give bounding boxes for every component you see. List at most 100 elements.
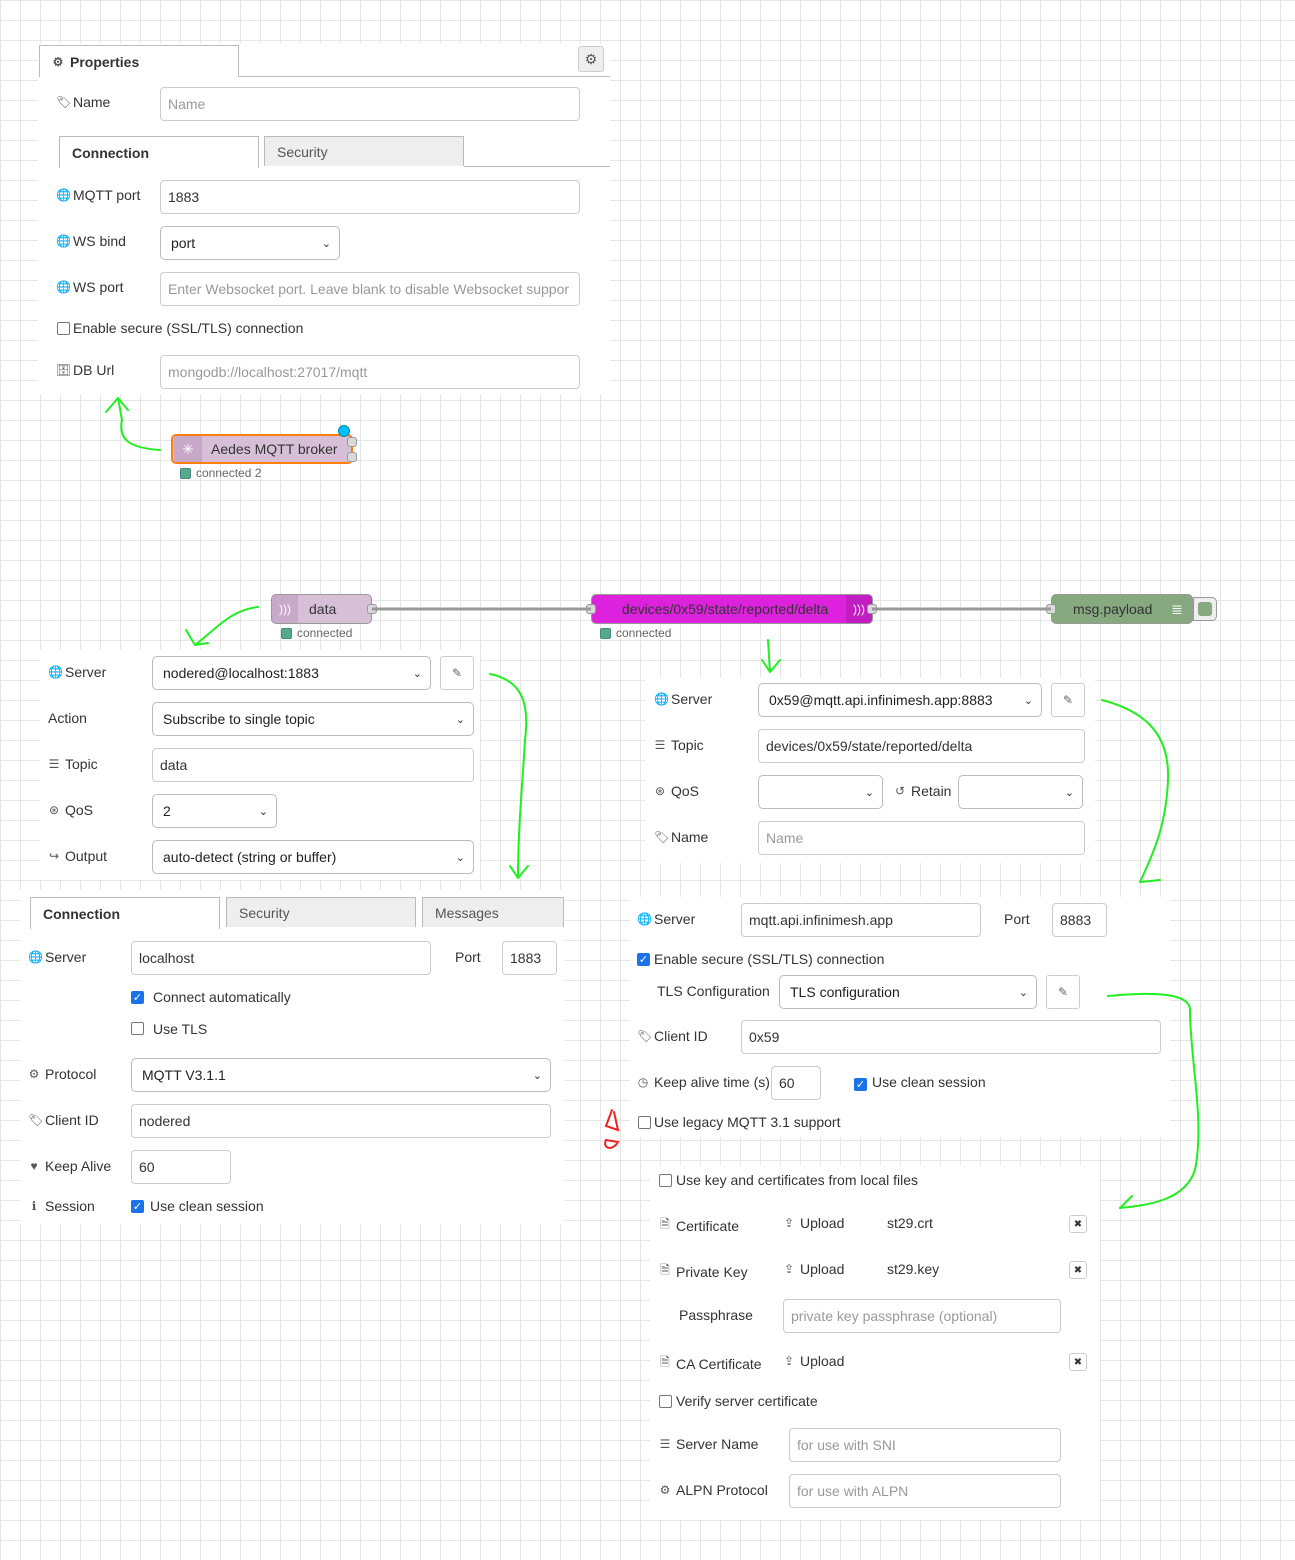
remote-port-input[interactable]: 8883 <box>1052 903 1107 937</box>
input-port[interactable] <box>1046 604 1056 614</box>
upload-icon: ⇪ <box>783 1354 795 1368</box>
tab-connection[interactable]: Connection <box>30 897 220 929</box>
verify-server-checkbox[interactable] <box>659 1395 672 1408</box>
mqtt-out-name-label: 🏷 Name <box>654 829 709 845</box>
clean-session-checkbox[interactable]: ✓ <box>131 1200 144 1213</box>
ssl-checkbox[interactable] <box>57 322 70 335</box>
ws-port-label: 🌐 WS port <box>56 279 124 295</box>
mqtt-in-server-label: 🌐 Server <box>48 664 107 680</box>
ws-port-input[interactable]: Enter Websocket port. Leave blank to dis… <box>160 272 580 306</box>
remote-clean-session-checkbox[interactable]: ✓ <box>854 1078 867 1091</box>
certificate-label: 🗎 Certificate <box>659 1215 739 1236</box>
tab-messages[interactable]: Messages <box>422 897 564 927</box>
annotation-arrow <box>1101 699 1170 883</box>
protocol-select[interactable]: MQTT V3.1.1 ⌄ <box>131 1058 551 1092</box>
mqtt-in-server-select[interactable]: nodered@localhost:1883 ⌄ <box>152 656 431 690</box>
output-port[interactable] <box>867 604 877 614</box>
tab-divider <box>464 166 610 167</box>
output-port[interactable] <box>367 604 377 614</box>
edit-server-button[interactable]: ✎ <box>440 656 474 690</box>
aedes-name-label: 🏷 Name <box>56 94 111 110</box>
passphrase-input[interactable]: private key passphrase (optional) <box>783 1299 1061 1333</box>
ws-bind-select[interactable]: port ⌄ <box>160 226 340 260</box>
broker-icon: ✳ <box>174 436 202 462</box>
remote-port-label: Port <box>1004 911 1030 927</box>
tls-config-select[interactable]: TLS configuration ⌄ <box>779 975 1037 1009</box>
sign-out-icon: ↪ <box>48 849 60 863</box>
tab-security[interactable]: Security <box>226 897 416 927</box>
alpn-label: ⚙ ALPN Protocol <box>659 1482 768 1498</box>
server-name-input[interactable]: for use with SNI <box>789 1428 1061 1462</box>
mqtt-out-retain-select[interactable]: ⌄ <box>958 775 1083 809</box>
mqtt-out-topic-input[interactable]: devices/0x59/state/reported/delta <box>758 729 1085 763</box>
tab-connection[interactable]: Connection <box>59 136 259 168</box>
gear-icon: ⚙ <box>52 54 64 69</box>
edit-server-button[interactable]: ✎ <box>1051 683 1085 717</box>
remote-ssl-checkbox[interactable]: ✓ <box>637 953 650 966</box>
remote-server-input[interactable]: mqtt.api.infinimesh.app <box>741 903 981 937</box>
settings-button[interactable]: ⚙ <box>578 46 604 72</box>
chevron-down-icon: ⌄ <box>1018 986 1028 999</box>
mqtt-out-qos-select[interactable]: ⌄ <box>758 775 883 809</box>
mqtt-port-label: 🌐 MQTT port <box>56 187 141 203</box>
db-url-label: 🗄 DB Url <box>56 362 115 378</box>
connect-auto-checkbox[interactable]: ✓ <box>131 991 144 1004</box>
broker-node-label: Aedes MQTT broker <box>211 441 338 457</box>
mqtt-in-node-label: data <box>309 601 337 617</box>
legacy-mqtt-checkbox[interactable] <box>638 1116 651 1129</box>
close-icon: ✖ <box>1073 1356 1083 1368</box>
mqtt-out-node[interactable]: devices/0x59/state/reported/delta ))) <box>591 594 873 624</box>
mqtt-in-action-select[interactable]: Subscribe to single topic ⌄ <box>152 702 474 736</box>
certificate-upload-button[interactable]: ⇪ Upload <box>783 1215 844 1231</box>
local-client-id-input[interactable]: nodered <box>131 1104 551 1138</box>
remote-client-id-input[interactable]: 0x59 <box>741 1020 1161 1054</box>
database-icon: 🗄 <box>56 363 72 377</box>
tls-config-label: TLS Configuration <box>657 983 770 999</box>
broker-status: connected 2 <box>180 466 261 480</box>
mqtt-in-node[interactable]: ))) data <box>271 594 372 624</box>
aedes-broker-node[interactable]: ✳ Aedes MQTT broker <box>171 434 353 464</box>
mqtt-port-input[interactable]: 1883 <box>160 180 580 214</box>
chevron-down-icon: ⌄ <box>1064 786 1074 799</box>
mqtt-in-qos-label: ⊛ QoS <box>48 802 94 818</box>
heartbeat-icon: ♥ <box>30 1159 38 1173</box>
mqtt-out-server-select[interactable]: 0x59@mqtt.api.infinimesh.app:8883 ⌄ <box>758 683 1042 717</box>
use-tls-checkbox[interactable] <box>131 1022 144 1035</box>
db-url-input[interactable]: mongodb://localhost:27017/mqtt <box>160 355 580 389</box>
mqtt-in-qos-select[interactable]: 2 ⌄ <box>152 794 277 828</box>
mqtt-out-name-input[interactable]: Name <box>758 821 1085 855</box>
remote-keep-alive-input[interactable]: 60 <box>771 1066 821 1100</box>
local-files-checkbox[interactable] <box>659 1174 672 1187</box>
mqtt-out-topic-label: ☰ Topic <box>654 737 704 753</box>
tab-security[interactable]: Security <box>264 136 464 166</box>
cogs-icon: ⚙ <box>659 1483 671 1497</box>
aedes-name-input[interactable]: Name <box>160 87 580 121</box>
annotation-mark <box>604 1138 620 1149</box>
ws-bind-label: 🌐 WS bind <box>56 233 126 249</box>
globe-icon: 🌐 <box>56 280 71 294</box>
remote-server-label: 🌐 Server <box>637 911 696 927</box>
local-keep-alive-input[interactable]: 60 <box>131 1150 231 1184</box>
close-icon: ✖ <box>1073 1264 1083 1276</box>
remove-certificate-button[interactable]: ✖ <box>1069 1215 1087 1233</box>
mqtt-in-output-select[interactable]: auto-detect (string or buffer) ⌄ <box>152 840 474 874</box>
mqtt-in-topic-input[interactable]: data <box>152 748 474 782</box>
edit-tls-button[interactable]: ✎ <box>1046 975 1080 1009</box>
changed-indicator <box>338 425 350 437</box>
private-key-upload-button[interactable]: ⇪ Upload <box>783 1261 844 1277</box>
mqtt-out-node-label: devices/0x59/state/reported/delta <box>622 601 829 617</box>
alpn-input[interactable]: for use with ALPN <box>789 1474 1061 1508</box>
debug-node[interactable]: msg.payload ≣ <box>1051 594 1193 624</box>
local-server-input[interactable]: localhost <box>131 941 431 975</box>
debug-toggle-button[interactable] <box>1193 597 1217 621</box>
tab-properties[interactable]: ⚙ Properties <box>39 45 239 77</box>
certificate-filename: st29.crt <box>887 1215 933 1231</box>
local-port-input[interactable]: 1883 <box>502 941 557 975</box>
remove-private-key-button[interactable]: ✖ <box>1069 1261 1087 1279</box>
input-port[interactable] <box>586 604 596 614</box>
remote-ssl-label: Enable secure (SSL/TLS) connection <box>654 951 885 967</box>
output-port[interactable] <box>347 437 357 447</box>
remove-ca-button[interactable]: ✖ <box>1069 1353 1087 1371</box>
output-port[interactable] <box>347 452 357 462</box>
ca-upload-button[interactable]: ⇪ Upload <box>783 1353 844 1369</box>
